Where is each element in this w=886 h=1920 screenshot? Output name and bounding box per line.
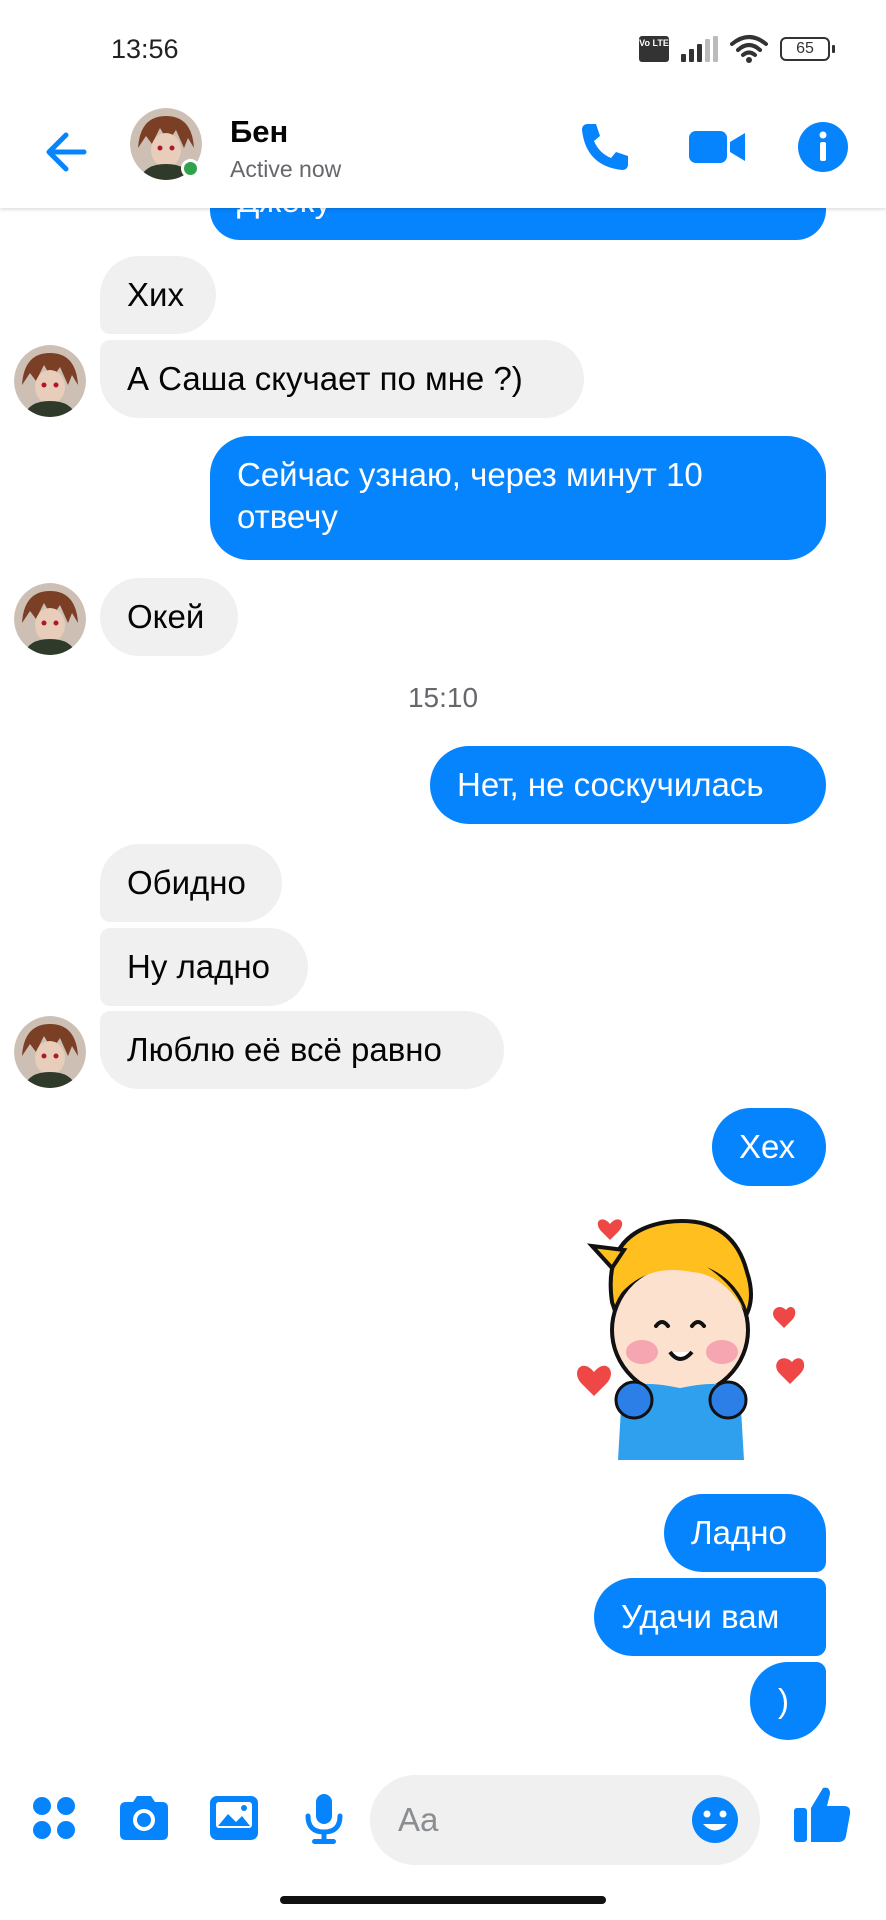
status-time: 13:56 — [111, 34, 179, 64]
status-icons: Vo LTE 65 — [639, 34, 835, 64]
status-bar: 13:56 Vo LTE 65 — [0, 0, 886, 100]
contact-avatar-small[interactable] — [14, 583, 86, 655]
video-camera-icon[interactable] — [686, 116, 748, 178]
message-outgoing[interactable]: Сейчас узнаю, через минут 10 отвечу — [210, 436, 826, 560]
contact-name[interactable]: Бен — [230, 114, 288, 150]
message-incoming[interactable]: А Саша скучает по мне ?) — [100, 340, 584, 418]
message-outgoing[interactable]: Удачи вам — [594, 1578, 826, 1656]
menu-grid-icon[interactable] — [26, 1790, 82, 1846]
message-input[interactable] — [398, 1775, 658, 1865]
sticker-boy-hearts[interactable] — [572, 1202, 812, 1462]
camera-icon[interactable] — [116, 1790, 172, 1846]
back-arrow-icon[interactable] — [40, 122, 100, 182]
image-icon[interactable] — [206, 1790, 262, 1846]
message-timestamp: 15:10 — [407, 682, 479, 713]
contact-avatar-small[interactable] — [14, 1016, 86, 1088]
message-incoming[interactable]: Окей — [100, 578, 238, 656]
message-composer — [0, 1760, 886, 1880]
message-incoming[interactable]: Обидно — [100, 844, 282, 922]
wifi-icon — [730, 35, 768, 63]
message-incoming[interactable]: Хих — [100, 256, 216, 334]
contact-status: Active now — [230, 156, 342, 182]
volte-icon: Vo LTE — [639, 36, 669, 62]
message-outgoing[interactable]: Нет, не соскучилась — [430, 746, 826, 824]
contact-avatar-small[interactable] — [14, 345, 86, 417]
thumbs-up-icon[interactable] — [790, 1782, 854, 1846]
home-indicator[interactable] — [280, 1896, 606, 1904]
phone-icon[interactable] — [574, 116, 636, 178]
message-incoming[interactable]: Люблю её всё равно — [100, 1011, 504, 1089]
microphone-icon[interactable] — [296, 1790, 352, 1846]
message-incoming[interactable]: Ну ладно — [100, 928, 308, 1006]
online-indicator — [181, 159, 200, 178]
chat-header: Бен Active now — [0, 100, 886, 208]
message-outgoing[interactable]: Хех — [712, 1108, 826, 1186]
battery-icon: 65 — [780, 37, 835, 61]
info-icon[interactable] — [792, 116, 854, 178]
signal-icon — [681, 36, 718, 62]
message-outgoing[interactable]: Ладно — [664, 1494, 826, 1572]
message-outgoing[interactable]: ) — [750, 1662, 826, 1740]
emoji-icon[interactable] — [690, 1795, 740, 1845]
message-input-container — [370, 1775, 760, 1865]
